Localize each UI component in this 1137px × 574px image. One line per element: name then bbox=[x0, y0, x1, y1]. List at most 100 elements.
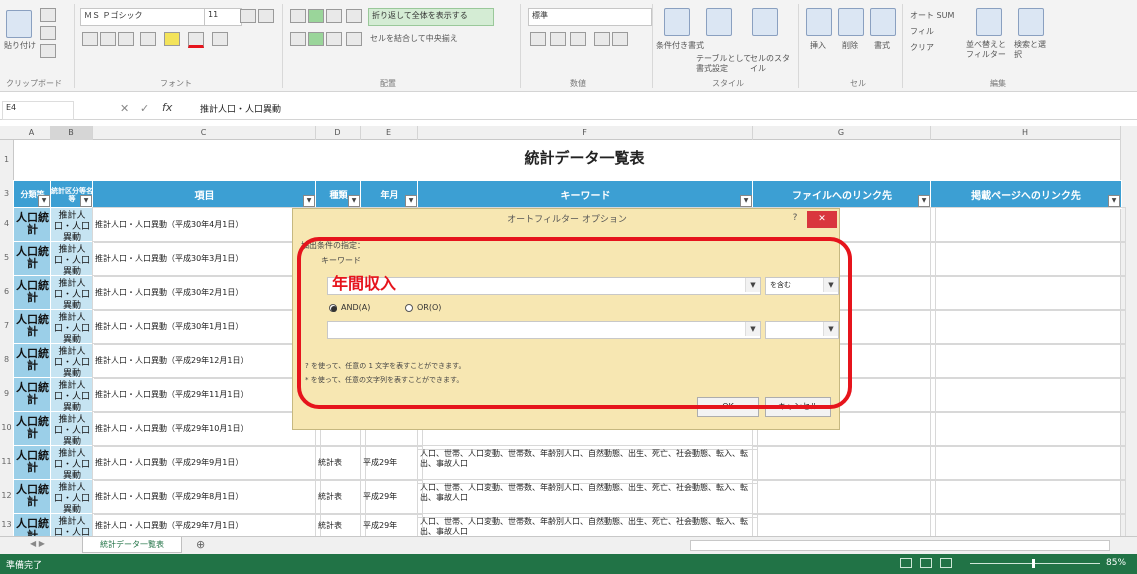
increase-decimal-icon[interactable] bbox=[594, 32, 610, 46]
column-header[interactable]: F bbox=[417, 126, 753, 140]
align-bottom-icon[interactable] bbox=[326, 9, 342, 23]
page-link-cell[interactable] bbox=[930, 479, 1126, 515]
zoom-slider-handle[interactable] bbox=[1032, 559, 1035, 568]
row-header[interactable]: 12 bbox=[0, 479, 14, 513]
format-as-table-icon[interactable] bbox=[706, 8, 732, 36]
column-header[interactable]: D bbox=[315, 126, 361, 140]
format-painter-icon[interactable] bbox=[40, 44, 56, 58]
phonetic-icon[interactable] bbox=[212, 32, 228, 46]
column-header[interactable]: A bbox=[13, 126, 51, 140]
column-header[interactable]: G bbox=[752, 126, 931, 140]
insert-cells-button[interactable]: 挿入 bbox=[810, 40, 826, 51]
zoom-level[interactable]: 85% bbox=[1106, 558, 1126, 568]
type-cell[interactable]: 統計表 bbox=[315, 479, 366, 515]
file-link-cell[interactable] bbox=[752, 513, 936, 538]
row-header[interactable]: 1 bbox=[0, 140, 14, 180]
row-header[interactable]: 9 bbox=[0, 377, 14, 411]
align-left-icon[interactable] bbox=[290, 32, 306, 46]
page-link-cell[interactable] bbox=[930, 377, 1126, 413]
row-header[interactable]: 13 bbox=[0, 513, 14, 536]
decrease-decimal-icon[interactable] bbox=[612, 32, 628, 46]
type-cell[interactable]: 統計表 bbox=[315, 513, 366, 538]
cell-styles-button[interactable]: セルのスタイル bbox=[750, 54, 792, 74]
underline-icon[interactable] bbox=[118, 32, 134, 46]
file-link-cell[interactable] bbox=[752, 445, 936, 481]
confirm-entry-icon[interactable]: ✓ bbox=[140, 102, 149, 115]
page-link-cell[interactable] bbox=[930, 275, 1126, 311]
filter-dropdown-icon[interactable]: ▼ bbox=[918, 195, 930, 207]
date-cell[interactable]: 平成29年 bbox=[360, 479, 423, 515]
page-layout-icon[interactable] bbox=[920, 558, 932, 568]
item-cell[interactable]: 推計人口・人口異動（平成30年2月1日） bbox=[92, 275, 321, 311]
page-link-cell[interactable] bbox=[930, 207, 1126, 243]
insert-cells-icon[interactable] bbox=[806, 8, 832, 36]
file-link-cell[interactable] bbox=[752, 479, 936, 515]
number-format-select[interactable]: 標準 bbox=[528, 8, 652, 26]
row-header[interactable]: 10 bbox=[0, 411, 14, 445]
currency-icon[interactable] bbox=[530, 32, 546, 46]
paste-button[interactable]: 貼り付け bbox=[4, 40, 36, 51]
border-icon[interactable] bbox=[140, 32, 156, 46]
filter-dropdown-icon[interactable]: ▼ bbox=[303, 195, 315, 207]
sort-filter-button[interactable]: 並べ替えとフィルター bbox=[966, 40, 1012, 60]
zoom-slider[interactable] bbox=[970, 563, 1100, 564]
page-break-icon[interactable] bbox=[940, 558, 952, 568]
column-header[interactable]: B bbox=[50, 126, 93, 140]
page-link-cell[interactable] bbox=[930, 411, 1126, 447]
row-header[interactable]: 4 bbox=[0, 207, 14, 241]
indent-icon[interactable] bbox=[346, 32, 362, 46]
page-link-cell[interactable] bbox=[930, 241, 1126, 277]
align-right-icon[interactable] bbox=[326, 32, 342, 46]
row-header[interactable]: 5 bbox=[0, 241, 14, 275]
clear-button[interactable]: クリア bbox=[910, 42, 934, 53]
item-cell[interactable]: 推計人口・人口異動（平成29年7月1日） bbox=[92, 513, 321, 538]
date-cell[interactable]: 平成29年 bbox=[360, 513, 423, 538]
page-link-cell[interactable] bbox=[930, 343, 1126, 379]
filter-dropdown-icon[interactable]: ▼ bbox=[80, 195, 92, 207]
filter-dropdown-icon[interactable]: ▼ bbox=[1108, 195, 1120, 207]
find-select-button[interactable]: 検索と選択 bbox=[1014, 40, 1048, 60]
page-link-cell[interactable] bbox=[930, 445, 1126, 481]
item-cell[interactable]: 推計人口・人口異動（平成29年10月1日） bbox=[92, 411, 321, 447]
align-middle-icon[interactable] bbox=[308, 9, 324, 23]
align-top-icon[interactable] bbox=[290, 9, 306, 23]
column-header[interactable]: H bbox=[930, 126, 1121, 140]
sort-filter-icon[interactable] bbox=[976, 8, 1002, 36]
find-select-icon[interactable] bbox=[1018, 8, 1044, 36]
close-icon[interactable]: ✕ bbox=[807, 211, 837, 228]
page-link-cell[interactable] bbox=[930, 309, 1126, 345]
cell-styles-icon[interactable] bbox=[752, 8, 778, 36]
row-header[interactable]: 7 bbox=[0, 309, 14, 343]
format-cells-icon[interactable] bbox=[870, 8, 896, 36]
formula-input[interactable]: 推計人口・人口異動 bbox=[200, 102, 281, 115]
item-cell[interactable]: 推計人口・人口異動（平成29年12月1日） bbox=[92, 343, 321, 379]
column-header[interactable]: E bbox=[360, 126, 418, 140]
conditional-format-icon[interactable] bbox=[664, 8, 690, 36]
row-header[interactable]: 6 bbox=[0, 275, 14, 309]
row-header[interactable]: 8 bbox=[0, 343, 14, 377]
autosum-button[interactable]: オート SUM bbox=[910, 10, 954, 21]
merge-center-button[interactable]: セルを結合して中央揃え bbox=[370, 33, 458, 44]
copy-icon[interactable] bbox=[40, 26, 56, 40]
item-cell[interactable]: 推計人口・人口異動（平成30年4月1日） bbox=[92, 207, 321, 243]
insert-function-icon[interactable]: fx bbox=[162, 101, 172, 114]
row-header[interactable]: 11 bbox=[0, 445, 14, 479]
name-box[interactable]: E4 bbox=[2, 101, 74, 120]
help-icon[interactable]: ? bbox=[787, 213, 803, 227]
filter-dropdown-icon[interactable]: ▼ bbox=[38, 195, 50, 207]
align-center-icon[interactable] bbox=[308, 32, 324, 46]
type-cell[interactable]: 統計表 bbox=[315, 445, 366, 481]
bold-icon[interactable] bbox=[82, 32, 98, 46]
delete-cells-button[interactable]: 削除 bbox=[842, 40, 858, 51]
date-cell[interactable]: 平成29年 bbox=[360, 445, 423, 481]
percent-icon[interactable] bbox=[550, 32, 566, 46]
sheet-tab[interactable]: 統計データ一覧表 bbox=[82, 537, 182, 553]
fill-color-icon[interactable] bbox=[164, 32, 180, 46]
wrap-text-button[interactable]: 折り返して全体を表示する bbox=[368, 8, 494, 26]
item-cell[interactable]: 推計人口・人口異動（平成30年1月1日） bbox=[92, 309, 321, 345]
scroll-tabs-left-icon[interactable]: ◀ ▶ bbox=[30, 539, 45, 548]
font-grow-icon[interactable] bbox=[240, 9, 256, 23]
filter-dropdown-icon[interactable]: ▼ bbox=[348, 195, 360, 207]
format-cells-button[interactable]: 書式 bbox=[874, 40, 890, 51]
item-cell[interactable]: 推計人口・人口異動（平成30年3月1日） bbox=[92, 241, 321, 277]
